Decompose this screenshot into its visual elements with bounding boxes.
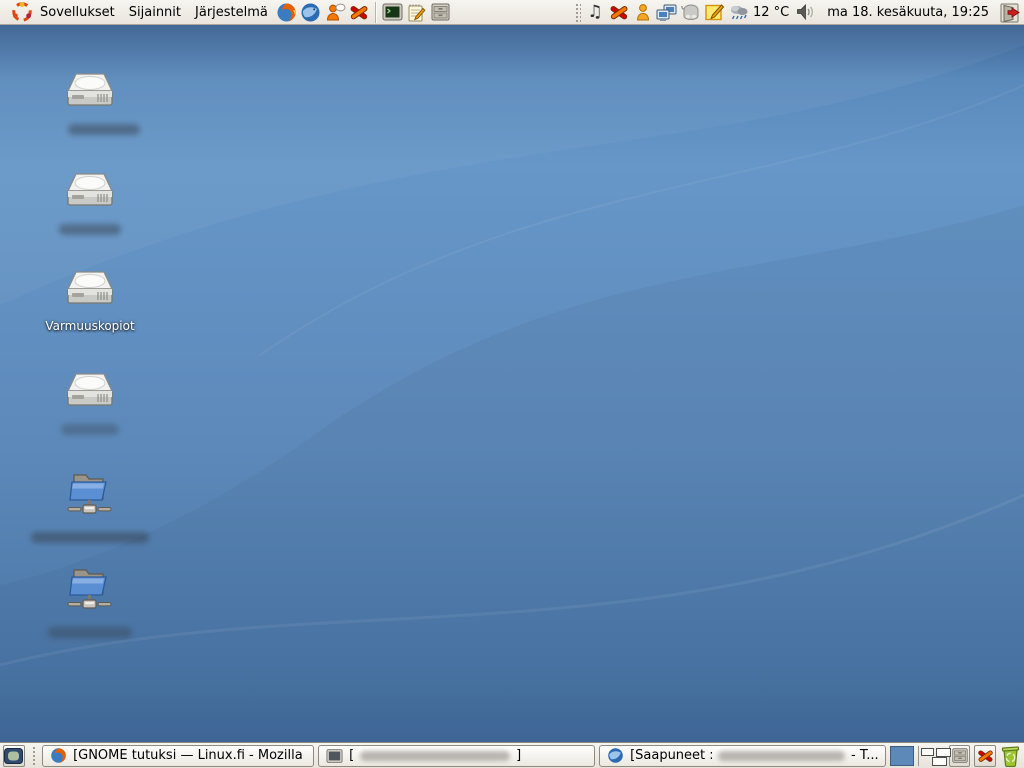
firefox-task-icon (50, 747, 67, 764)
menu-places[interactable]: Sijainnit (122, 0, 188, 25)
network-folder-icon (62, 465, 118, 525)
workspace-switcher-workspace-2[interactable] (918, 746, 945, 766)
archive-manager-panel-button[interactable] (949, 745, 971, 767)
terminal-launcher-icon[interactable] (381, 0, 405, 25)
redacted-label (48, 627, 132, 638)
tasklist-drag-handle[interactable] (31, 745, 36, 766)
drive-label: Varmuuskopiot (28, 319, 152, 333)
desktop-wallpaper: Varmuuskopiot (0, 25, 1024, 742)
redacted-label (68, 124, 140, 135)
show-desktop-icon (4, 748, 23, 764)
terminal-task-icon (326, 748, 343, 764)
redacted-label (59, 224, 121, 235)
workspace-switcher-workspace-1[interactable] (890, 746, 914, 766)
archive-manager-icon (951, 747, 969, 764)
volume-speaker-icon[interactable] (793, 0, 817, 25)
taskbar-window-terminal[interactable]: [ ] (318, 745, 595, 767)
user-presence-tray-icon[interactable] (631, 0, 655, 25)
network-computers-tray-icon[interactable] (655, 0, 679, 25)
bottom-panel: [GNOME tutuksi — Linux.fi - Mozilla F...… (0, 742, 1024, 768)
hard-drive-icon (65, 269, 115, 315)
tray-drag-handle[interactable] (574, 2, 581, 23)
panel-separator (375, 2, 377, 23)
gnome-desktop-screen: Sovellukset Sijainnit Järjestelmä (0, 0, 1024, 768)
menu-applications-label: Sovellukset (40, 0, 115, 25)
desktop-icon-network-folder-1[interactable] (28, 465, 152, 543)
window-title-suffix: - T... (851, 748, 878, 763)
clock-applet[interactable]: ma 18. kesäkuuta, 19:25 (827, 5, 989, 20)
taskbar-window-firefox[interactable]: [GNOME tutuksi — Linux.fi - Mozilla F... (42, 745, 314, 767)
notification-area: ♫ (572, 0, 1021, 25)
window-title-prefix: [Saapuneet : (630, 748, 712, 763)
messenger-person-launcher-icon[interactable] (323, 0, 347, 25)
show-desktop-button[interactable] (3, 745, 25, 767)
desktop-icon-drive-1[interactable] (28, 71, 152, 135)
menu-system-label: Järjestelmä (195, 0, 268, 25)
desktop-icon-drive-4[interactable] (28, 371, 152, 435)
hard-drive-icon (65, 71, 115, 117)
window-title-prefix: [ (349, 748, 354, 763)
pager-window-outline (921, 748, 934, 756)
redacted-window-title (360, 751, 510, 761)
music-player-tray-icon[interactable]: ♫ (583, 0, 607, 25)
desktop-icon-network-folder-2[interactable] (28, 560, 152, 638)
hard-drive-icon (65, 371, 115, 417)
redacted-label (61, 424, 119, 435)
xchat-launcher-icon[interactable] (347, 0, 371, 25)
text-editor-launcher-icon[interactable] (405, 0, 429, 25)
xchat-tray-icon[interactable] (607, 0, 631, 25)
taskbar-window-thunderbird[interactable]: [Saapuneet : - T... (599, 745, 886, 767)
pager-window-outline (932, 757, 947, 766)
redacted-label (31, 532, 149, 543)
thunderbird-launcher-icon[interactable] (299, 0, 323, 25)
desktop-icon-drive-2[interactable] (28, 171, 152, 235)
weather-temperature[interactable]: 12 °C (753, 5, 789, 20)
network-folder-icon (62, 560, 118, 620)
menu-system[interactable]: Järjestelmä (188, 0, 275, 25)
trash-icon (1000, 744, 1021, 767)
xchat-icon (976, 747, 995, 765)
sticky-notes-tray-icon[interactable] (703, 0, 727, 25)
kettle-tray-icon[interactable] (679, 0, 703, 25)
trash-applet[interactable] (1000, 744, 1021, 767)
archive-manager-launcher-icon[interactable] (429, 0, 453, 25)
redacted-window-title (718, 751, 845, 761)
menu-places-label: Sijainnit (129, 0, 181, 25)
pager-window-outline (936, 748, 951, 757)
desktop-icon-drive-varmuuskopiot[interactable]: Varmuuskopiot (28, 269, 152, 333)
xchat-panel-button[interactable] (974, 745, 996, 767)
window-title-suffix: ] (516, 748, 521, 763)
firefox-launcher-icon[interactable] (275, 0, 299, 25)
ubuntu-logo-icon (10, 0, 34, 25)
thunderbird-task-icon (607, 747, 624, 764)
hard-drive-icon (65, 171, 115, 217)
logout-door-icon[interactable] (997, 0, 1021, 25)
weather-rain-cloud-icon[interactable] (727, 0, 751, 25)
top-panel: Sovellukset Sijainnit Järjestelmä (0, 0, 1024, 25)
window-title: [GNOME tutuksi — Linux.fi - Mozilla F... (73, 748, 306, 763)
menu-applications[interactable]: Sovellukset (3, 0, 122, 25)
wallpaper-curves (0, 25, 1024, 742)
